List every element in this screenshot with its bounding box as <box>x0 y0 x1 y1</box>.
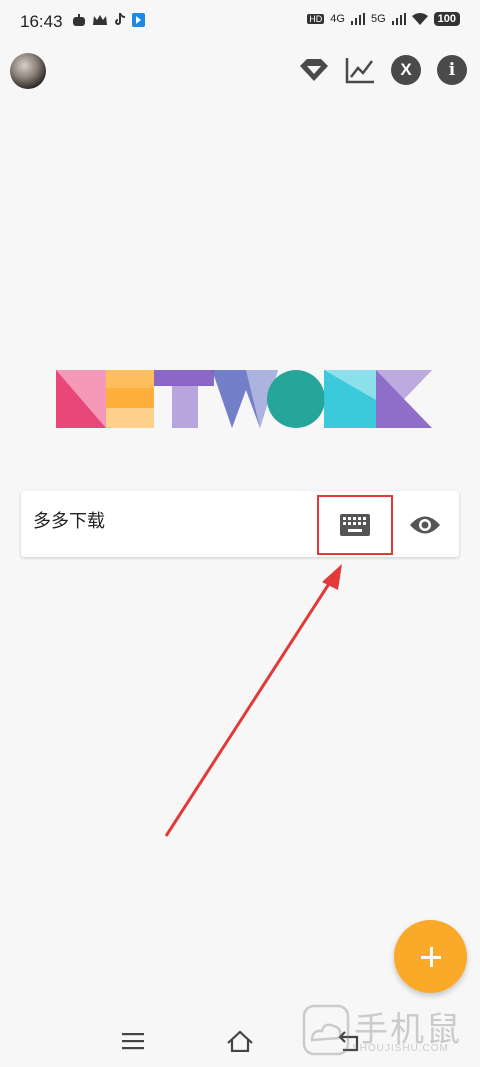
logo-letter-n <box>56 370 106 428</box>
bookmark-app-icon <box>132 13 145 27</box>
logo-letter-r <box>324 370 376 428</box>
top-toolbar: X i <box>298 54 468 86</box>
eye-icon <box>410 516 440 534</box>
status-notification-icons <box>72 13 145 27</box>
watermark-subtitle: SHOUJISHU.COM <box>352 1043 449 1054</box>
network-5g-label: 5G <box>370 13 386 25</box>
signal-icon-2 <box>391 13 406 25</box>
annotation-arrow <box>164 564 342 837</box>
cloud-logo-icon <box>302 1004 350 1056</box>
plus-icon <box>420 946 441 967</box>
crown-icon <box>93 15 107 25</box>
host-input[interactable] <box>33 509 303 530</box>
input-card <box>21 491 459 557</box>
status-bar: 16:43 HD 4G 5G 100 <box>0 0 480 44</box>
hd-label: HD <box>307 14 325 24</box>
add-fab-button[interactable] <box>394 920 467 993</box>
logo-letter-o <box>267 370 325 428</box>
watermark: 手机鼠 SHOUJISHU.COM <box>302 1000 462 1060</box>
signal-icon <box>350 13 365 25</box>
logo-letter-t <box>154 370 214 428</box>
battery-indicator: 100 <box>433 12 460 26</box>
x-icon[interactable]: X <box>390 54 422 86</box>
info-label: i <box>437 55 467 85</box>
keyboard-button[interactable] <box>317 495 393 555</box>
keyboard-icon <box>340 514 370 536</box>
robot-icon <box>73 14 85 26</box>
diamond-icon[interactable] <box>298 54 330 86</box>
status-time: 16:43 <box>20 12 63 31</box>
avatar[interactable] <box>10 53 46 89</box>
network-4g-label: 4G <box>330 13 345 25</box>
tiktok-icon <box>115 13 125 25</box>
visibility-button[interactable] <box>405 505 445 545</box>
status-right-indicators: HD 4G 5G 100 <box>307 12 460 26</box>
logo-letter-e <box>106 370 154 428</box>
home-icon[interactable] <box>225 1026 255 1056</box>
x-label: X <box>391 55 421 85</box>
network-logo <box>56 370 432 428</box>
menu-icon[interactable] <box>118 1026 148 1056</box>
logo-letter-k <box>376 370 432 428</box>
chart-icon[interactable] <box>344 54 376 86</box>
info-icon[interactable]: i <box>436 54 468 86</box>
wifi-icon <box>411 13 428 25</box>
